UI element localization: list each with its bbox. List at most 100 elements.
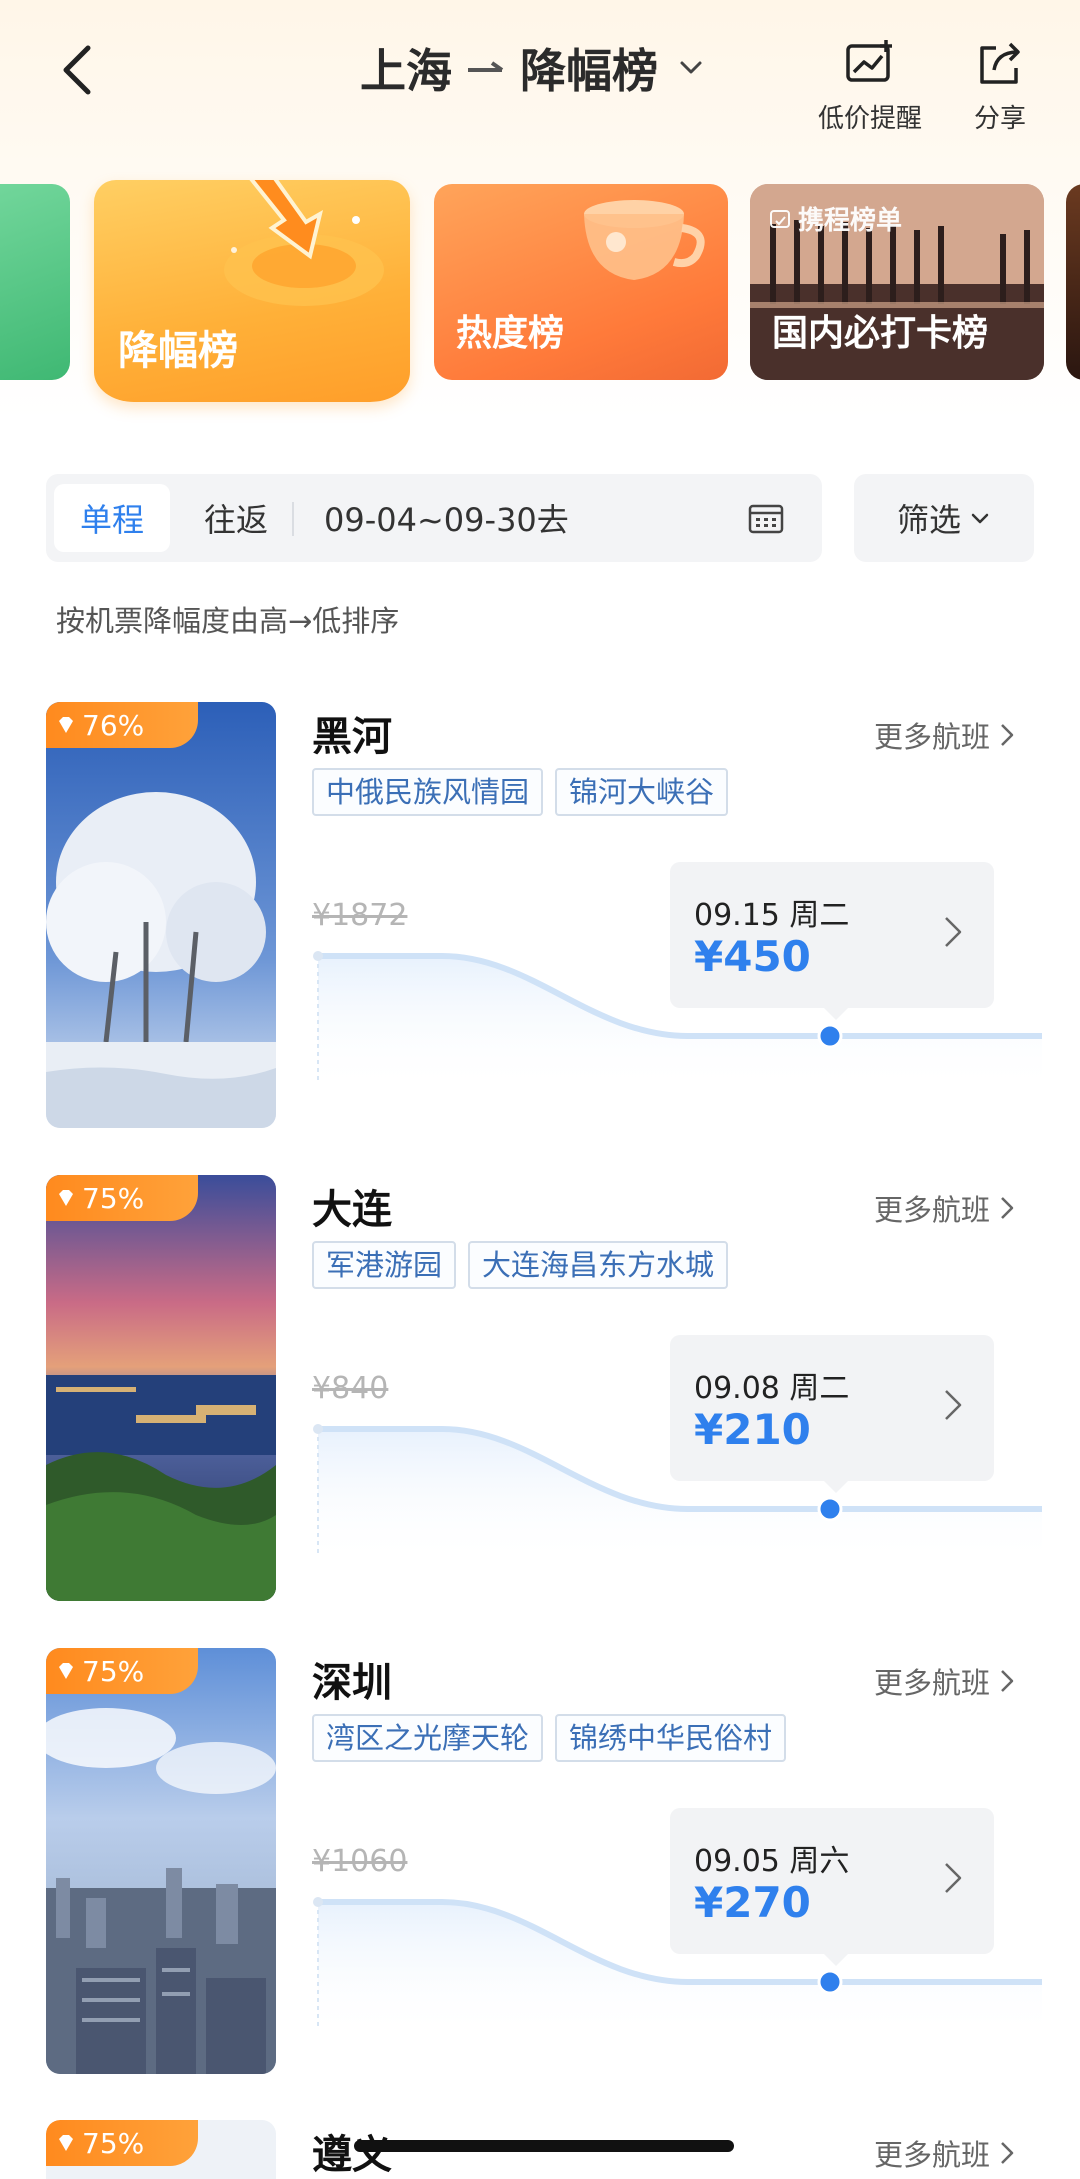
drop-badge: 75%	[46, 1648, 198, 1694]
city-name: 深圳	[312, 1660, 392, 1706]
attraction-tags: 军港游园 大连海昌东方水城	[312, 1241, 729, 1289]
route-title[interactable]: 上海 降幅榜	[360, 36, 706, 100]
drop-percent: 76%	[82, 708, 145, 742]
city-skyline-image	[46, 1648, 276, 2074]
attraction-tag[interactable]: 湾区之光摩天轮	[312, 1714, 544, 1762]
flight-date: 09.15 周二	[694, 898, 850, 933]
city-name: 黑河	[312, 714, 392, 760]
diamond-down-icon	[59, 1663, 73, 1679]
ticket-icon	[770, 209, 790, 228]
chevron-right-icon	[945, 1863, 962, 1893]
coastal-city-dusk-image	[46, 1175, 276, 1601]
share-label: 分享	[974, 104, 1027, 134]
destination-card[interactable]: 76% 黑河 更多航班 中俄民族风情园 锦河大峡谷 ¥1872 09.15 周二…	[0, 702, 1080, 1142]
callout-tail	[824, 1481, 848, 1493]
date-range-picker[interactable]: 09-04~09-30去	[324, 474, 569, 562]
original-price: ¥840	[312, 1371, 389, 1406]
category-card-drop[interactable]: 降幅榜	[94, 180, 410, 402]
attraction-tag[interactable]: 锦河大峡谷	[555, 768, 729, 816]
diamond-down-icon	[59, 2135, 73, 2151]
attraction-tag[interactable]: 中俄民族风情园	[312, 768, 544, 816]
attraction-tag[interactable]: 锦绣中华民俗村	[555, 1714, 787, 1762]
attraction-tag[interactable]: 大连海昌东方水城	[468, 1241, 729, 1289]
category-card-must-visit[interactable]: 携程榜单 国内必打卡榜	[750, 184, 1044, 380]
category-label: 降幅榜	[118, 328, 238, 374]
more-flights-label: 更多航班	[874, 720, 991, 754]
chevron-right-icon	[1001, 1197, 1014, 1219]
category-label: 热度榜	[456, 313, 565, 354]
back-button[interactable]	[50, 40, 110, 100]
city-name: 大连	[312, 1187, 392, 1233]
chevron-left-icon	[63, 45, 91, 95]
more-flights-link[interactable]: 更多航班	[874, 1187, 1016, 1229]
more-flights-link[interactable]: 更多航班	[874, 1660, 1016, 1702]
category-card-hot[interactable]: 热度榜	[434, 184, 728, 380]
price-alert-label: 低价提醒	[818, 104, 923, 134]
drop-percent: 75%	[82, 1654, 145, 1688]
drop-percent: 75%	[82, 2126, 145, 2160]
diamond-down-icon	[59, 717, 73, 733]
flight-date: 09.05 周六	[694, 1844, 850, 1879]
lowest-price-card[interactable]: 09.15 周二 ¥450	[670, 862, 994, 1020]
ranking-tag: 携程榜单	[768, 200, 902, 237]
attraction-tag[interactable]: 军港游园	[312, 1241, 457, 1289]
lowest-price: ¥210	[694, 1405, 811, 1454]
more-flights-label: 更多航班	[874, 1193, 991, 1227]
one-way-tab[interactable]: 单程	[54, 484, 170, 552]
drop-badge: 75%	[46, 2120, 198, 2166]
lowest-price-card[interactable]: 09.05 周六 ¥270	[670, 1808, 994, 1966]
more-flights-link[interactable]: 更多航班	[874, 2132, 1016, 2174]
destination-image: 75%	[46, 1648, 276, 2074]
lowest-price: ¥270	[694, 1878, 811, 1927]
header: 上海 降幅榜 低价提醒 分享	[0, 0, 1080, 150]
chevron-down-icon	[971, 513, 989, 524]
flight-date: 09.08 周二	[694, 1371, 850, 1406]
attraction-tags: 湾区之光摩天轮 锦绣中华民俗村	[312, 1714, 787, 1762]
more-flights-link[interactable]: 更多航班	[874, 714, 1016, 756]
category-card-partial-right[interactable]	[1066, 184, 1080, 380]
callout-tail	[824, 1008, 848, 1020]
lowest-price-card[interactable]: 09.08 周二 ¥210	[670, 1335, 994, 1493]
snowy-trees-image	[46, 702, 276, 1128]
drop-badge: 76%	[46, 702, 198, 748]
destination-image: 75%	[46, 2120, 276, 2179]
category-card-partial[interactable]	[0, 184, 70, 380]
chart-alert-icon	[846, 40, 892, 82]
chevron-right-icon	[945, 1390, 962, 1420]
category-carousel[interactable]: 降幅榜 热度榜 携程榜单 国内必打卡榜	[0, 180, 1080, 420]
more-flights-label: 更多航班	[874, 2138, 991, 2172]
trip-filter-bar: 单程 往返 09-04~09-30去	[46, 474, 822, 562]
sort-note: 按机票降幅度由高→低排序	[56, 604, 400, 638]
drop-percent: 75%	[82, 1181, 145, 1215]
share-button[interactable]: 分享	[974, 38, 1026, 135]
destination-image: 76%	[46, 702, 276, 1128]
destination-card[interactable]: 75% 大连 更多航班 军港游园 大连海昌东方水城 ¥840 09.08 周二 …	[0, 1175, 1080, 1615]
list-name: 降幅榜	[520, 44, 658, 98]
chevron-right-icon	[1001, 724, 1014, 746]
calendar-icon[interactable]	[746, 498, 786, 538]
chevron-right-icon	[945, 917, 962, 947]
filter-label: 筛选	[896, 501, 961, 539]
filter-button[interactable]: 筛选	[854, 474, 1034, 562]
diamond-down-icon	[59, 1190, 73, 1206]
original-price: ¥1060	[312, 1844, 408, 1879]
original-price: ¥1872	[312, 898, 408, 933]
arrow-right-icon	[468, 61, 504, 72]
more-flights-label: 更多航班	[874, 1666, 991, 1700]
lowest-price: ¥450	[694, 932, 811, 981]
home-indicator[interactable]	[354, 2140, 734, 2152]
chevron-right-icon	[1001, 2142, 1014, 2164]
ranking-tag-label: 携程榜单	[798, 206, 903, 236]
chevron-down-icon	[680, 61, 702, 74]
destination-image: 75%	[46, 1175, 276, 1601]
chevron-right-icon	[1001, 1670, 1014, 1692]
origin-city: 上海	[360, 44, 452, 98]
callout-tail	[824, 1954, 848, 1966]
drop-badge: 75%	[46, 1175, 198, 1221]
divider	[292, 502, 294, 536]
destination-card[interactable]: 75% 深圳 更多航班 湾区之光摩天轮 锦绣中华民俗村 ¥1060 09.05 …	[0, 1648, 1080, 2088]
round-trip-tab[interactable]: 往返	[186, 484, 286, 552]
attraction-tags: 中俄民族风情园 锦河大峡谷	[312, 768, 729, 816]
price-alert-button[interactable]: 低价提醒	[818, 38, 922, 135]
share-icon	[980, 42, 1020, 84]
